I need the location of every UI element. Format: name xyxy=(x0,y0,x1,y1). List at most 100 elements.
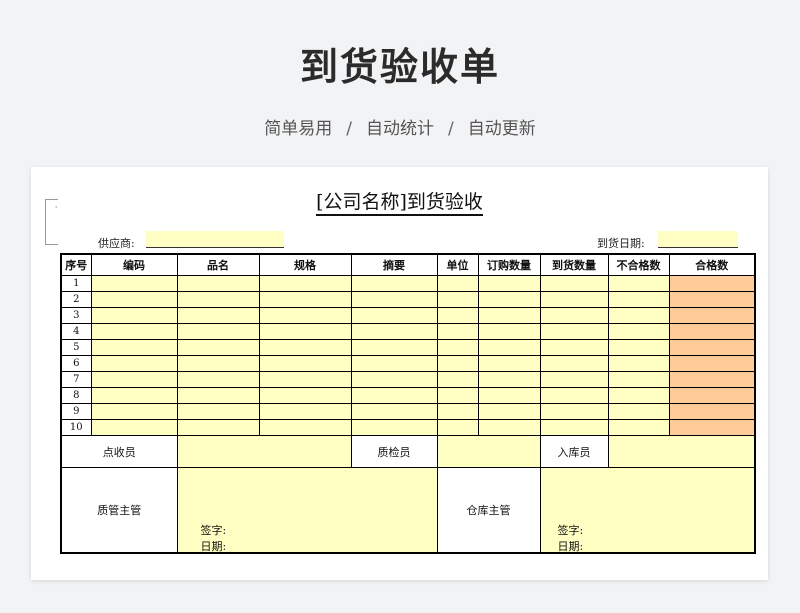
inspector-field[interactable] xyxy=(436,435,541,468)
arrived-qty-cell[interactable] xyxy=(539,419,609,436)
ordered-qty-cell[interactable] xyxy=(477,275,541,292)
col-header-ordered-qty: 订购数量 xyxy=(477,253,541,276)
spec-cell[interactable] xyxy=(258,371,352,388)
receiver-field[interactable] xyxy=(176,435,352,468)
product-name-cell[interactable] xyxy=(176,275,260,292)
ordered-qty-cell[interactable] xyxy=(477,403,541,420)
summary-cell[interactable] xyxy=(350,339,438,356)
receiver-label: 点收员 xyxy=(60,435,178,468)
spec-cell[interactable] xyxy=(258,275,352,292)
code-cell[interactable] xyxy=(90,323,178,340)
code-cell[interactable] xyxy=(90,291,178,308)
arrived-qty-cell[interactable] xyxy=(539,291,609,308)
unit-cell[interactable] xyxy=(436,323,479,340)
quality-manager-signature-cell[interactable]: 签字: 日期: xyxy=(176,467,438,554)
product-name-cell[interactable] xyxy=(176,371,260,388)
product-name-cell[interactable] xyxy=(176,291,260,308)
code-cell[interactable] xyxy=(90,275,178,292)
col-header-code: 编码 xyxy=(90,253,178,276)
unit-cell[interactable] xyxy=(436,371,479,388)
spec-cell[interactable] xyxy=(258,419,352,436)
unit-cell[interactable] xyxy=(436,387,479,404)
rejected-qty-cell[interactable] xyxy=(607,371,670,388)
spec-cell[interactable] xyxy=(258,323,352,340)
summary-cell[interactable] xyxy=(350,307,438,324)
unit-cell[interactable] xyxy=(436,355,479,372)
row-index: 4 xyxy=(60,323,92,340)
arrived-qty-cell[interactable] xyxy=(539,387,609,404)
summary-cell[interactable] xyxy=(350,323,438,340)
feature-auto-update: 自动更新 xyxy=(467,119,536,139)
summary-cell[interactable] xyxy=(350,387,438,404)
spec-cell[interactable] xyxy=(258,403,352,420)
table-row: 10 xyxy=(60,419,756,436)
arrived-qty-cell[interactable] xyxy=(539,275,609,292)
ordered-qty-cell[interactable] xyxy=(477,307,541,324)
rejected-qty-cell[interactable] xyxy=(607,339,670,356)
spec-cell[interactable] xyxy=(258,339,352,356)
code-cell[interactable] xyxy=(90,371,178,388)
table-header-row: 序号 编码 品名 规格 摘要 单位 订购数量 到货数量 不合格数 合格数 xyxy=(60,253,756,276)
arrived-qty-cell[interactable] xyxy=(539,323,609,340)
rejected-qty-cell[interactable] xyxy=(607,403,670,420)
rejected-qty-cell[interactable] xyxy=(607,291,670,308)
code-cell[interactable] xyxy=(90,307,178,324)
ordered-qty-cell[interactable] xyxy=(477,339,541,356)
spec-cell[interactable] xyxy=(258,355,352,372)
code-cell[interactable] xyxy=(90,387,178,404)
rejected-qty-cell[interactable] xyxy=(607,419,670,436)
product-name-cell[interactable] xyxy=(176,403,260,420)
table-row: 1 xyxy=(60,275,756,292)
ordered-qty-cell[interactable] xyxy=(477,387,541,404)
summary-cell[interactable] xyxy=(350,371,438,388)
spec-cell[interactable] xyxy=(258,307,352,324)
product-name-cell[interactable] xyxy=(176,387,260,404)
arrival-date-field[interactable] xyxy=(658,231,738,248)
summary-cell[interactable] xyxy=(350,419,438,436)
product-name-cell[interactable] xyxy=(176,339,260,356)
summary-cell[interactable] xyxy=(350,291,438,308)
summary-cell[interactable] xyxy=(350,355,438,372)
supplier-field[interactable] xyxy=(146,231,284,248)
unit-cell[interactable] xyxy=(436,307,479,324)
code-cell[interactable] xyxy=(90,355,178,372)
summary-cell[interactable] xyxy=(350,403,438,420)
unit-cell[interactable] xyxy=(436,419,479,436)
rejected-qty-cell[interactable] xyxy=(607,307,670,324)
code-cell[interactable] xyxy=(90,419,178,436)
arrived-qty-cell[interactable] xyxy=(539,403,609,420)
arrival-date-label: 到货日期: xyxy=(597,237,645,250)
separator: / xyxy=(448,119,454,139)
rejected-qty-cell[interactable] xyxy=(607,275,670,292)
warehouse-clerk-field[interactable] xyxy=(607,435,756,468)
unit-cell[interactable] xyxy=(436,275,479,292)
rejected-qty-cell[interactable] xyxy=(607,355,670,372)
ordered-qty-cell[interactable] xyxy=(477,291,541,308)
unit-cell[interactable] xyxy=(436,403,479,420)
table-row: 9 xyxy=(60,403,756,420)
arrived-qty-cell[interactable] xyxy=(539,307,609,324)
code-cell[interactable] xyxy=(90,403,178,420)
code-cell[interactable] xyxy=(90,339,178,356)
product-name-cell[interactable] xyxy=(176,307,260,324)
table-row: 6 xyxy=(60,355,756,372)
unit-cell[interactable] xyxy=(436,291,479,308)
unit-cell[interactable] xyxy=(436,339,479,356)
product-name-cell[interactable] xyxy=(176,323,260,340)
arrived-qty-cell[interactable] xyxy=(539,339,609,356)
spec-cell[interactable] xyxy=(258,387,352,404)
product-name-cell[interactable] xyxy=(176,419,260,436)
summary-cell[interactable] xyxy=(350,275,438,292)
rejected-qty-cell[interactable] xyxy=(607,387,670,404)
spec-cell[interactable] xyxy=(258,291,352,308)
arrived-qty-cell[interactable] xyxy=(539,371,609,388)
product-name-cell[interactable] xyxy=(176,355,260,372)
rejected-qty-cell[interactable] xyxy=(607,323,670,340)
warehouse-manager-signature-cell[interactable]: 签字: 日期: xyxy=(539,467,756,554)
signature-label: 签字: xyxy=(557,524,584,537)
ordered-qty-cell[interactable] xyxy=(477,355,541,372)
ordered-qty-cell[interactable] xyxy=(477,371,541,388)
arrived-qty-cell[interactable] xyxy=(539,355,609,372)
ordered-qty-cell[interactable] xyxy=(477,323,541,340)
ordered-qty-cell[interactable] xyxy=(477,419,541,436)
